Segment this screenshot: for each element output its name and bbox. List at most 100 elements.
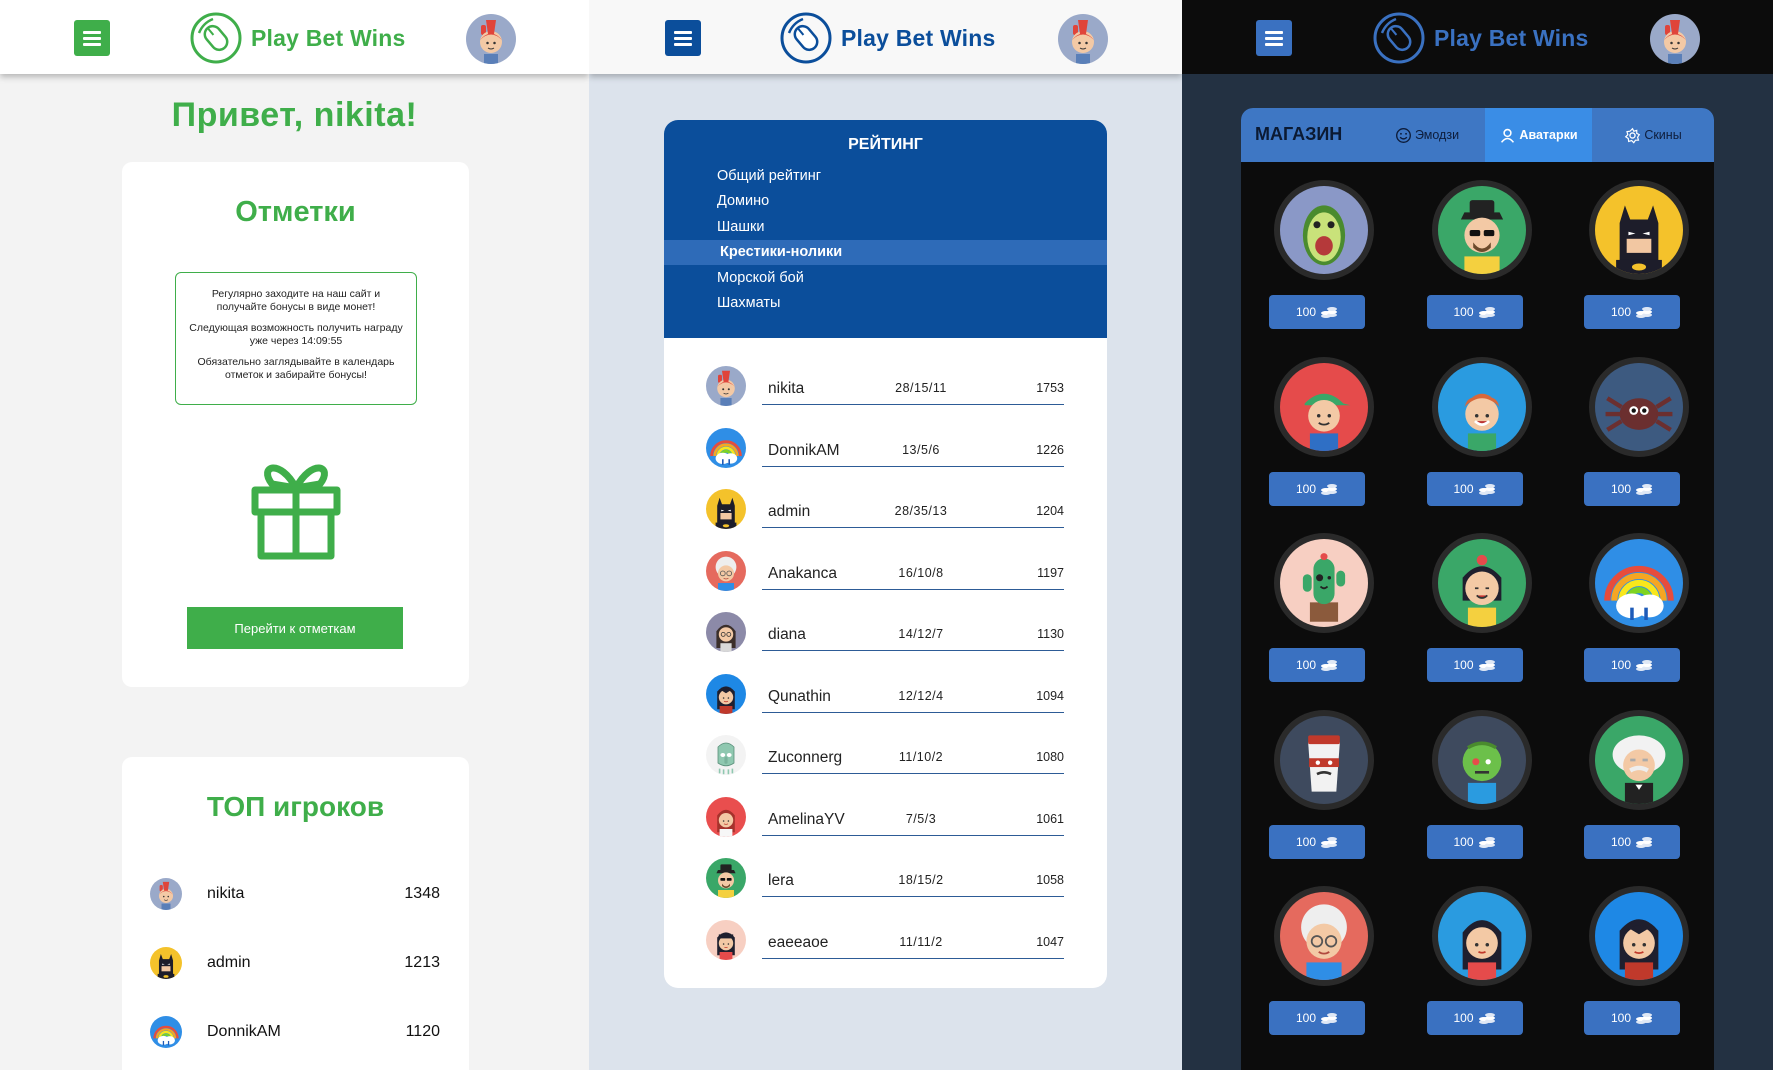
item-avatar-frame[interactable] [1274,533,1374,633]
row-divider [762,711,1064,713]
rating-row[interactable]: Zuconnerg 11/10/2 1080 [706,733,1064,777]
rating-row[interactable]: lera 18/15/2 1058 [706,856,1064,900]
item-avatar-frame[interactable] [1274,356,1374,457]
player-stats: 14/12/7 [898,627,944,641]
menu-button[interactable] [665,20,701,56]
buy-button[interactable]: 100 [1584,648,1680,682]
buy-button[interactable]: 100 [1426,648,1523,682]
item-avatar-frame[interactable] [1431,709,1532,810]
top-player-row[interactable]: DonnikAM 1120 [150,1012,440,1052]
tab-avatars[interactable]: Аватарки [1485,108,1592,162]
buy-button[interactable]: 100 [1426,471,1523,506]
item-avatar-frame[interactable] [1274,709,1374,810]
header: Play Bet Wins [0,0,589,74]
rating-menu-item[interactable]: Морской бой [664,266,1107,291]
go-to-marks-button[interactable]: Перейти к отметкам [187,607,403,649]
player-score: 1120 [405,1023,440,1040]
price: 100 [1295,481,1317,496]
top-player-row[interactable]: nikita 1348 [150,874,440,914]
rating-menu-item[interactable]: Крестики-нолики [664,240,1107,266]
user-avatar[interactable] [1058,14,1108,64]
logo[interactable]: Play Bet Wins [779,11,996,65]
buy-button[interactable]: 100 [1269,824,1365,859]
player-name: admin [207,954,251,971]
item-avatar-frame[interactable] [1589,886,1689,986]
rating-row[interactable]: eaeeaoe 11/11/2 1047 [706,918,1064,962]
item-avatar-frame[interactable] [1274,180,1374,280]
item-avatar-frame[interactable] [1589,533,1689,633]
user-avatar[interactable] [466,14,516,64]
coins-icon [1636,307,1653,318]
player-avatar [150,1016,182,1048]
player-stats: 11/10/2 [898,750,944,764]
price: 100 [1295,834,1317,849]
top-player-row[interactable]: admin 1213 [150,943,440,983]
menu-button[interactable] [1256,20,1292,56]
item-avatar [1280,539,1368,627]
buy-button[interactable]: 100 [1426,824,1523,859]
rating-menu-item[interactable]: Шашки [664,215,1107,240]
buy-button[interactable]: 100 [1269,648,1365,682]
item-avatar-frame[interactable] [1589,709,1689,810]
rating-row[interactable]: Qunathin 12/12/4 1094 [706,672,1064,716]
buy-button[interactable]: 100 [1584,295,1680,329]
brand-name: Play Bet Wins [1434,24,1589,51]
logo[interactable]: Play Bet Wins [1372,11,1589,65]
buy-button[interactable]: 100 [1269,471,1365,506]
rating-row[interactable]: AmelinaYV 7/5/3 1061 [706,795,1064,839]
player-score: 1094 [1036,688,1064,703]
rating-row[interactable]: admin 28/35/13 1204 [706,487,1064,531]
buy-button[interactable]: 100 [1584,1001,1680,1035]
rating-menu-item[interactable]: Общий рейтинг [664,164,1107,189]
rating-menu-item[interactable]: Домино [664,189,1107,214]
shop-title: МАГАЗИН [1255,124,1343,144]
shop-item: 100 [1426,533,1532,689]
buy-button[interactable]: 100 [1584,824,1680,859]
player-avatar [706,919,746,960]
rating-menu-item[interactable]: Шахматы [664,291,1107,316]
buy-button[interactable]: 100 [1426,1001,1523,1035]
item-avatar-frame[interactable] [1589,180,1689,280]
tab-emoji[interactable]: Эмодзи [1365,108,1489,162]
coins-icon [1478,307,1495,318]
buy-button[interactable]: 100 [1269,1001,1365,1035]
item-avatar-frame[interactable] [1431,356,1532,457]
rating-row[interactable]: Anakanca 16/10/8 1197 [706,549,1064,593]
buy-button[interactable]: 100 [1584,471,1680,506]
player-score: 1130 [1037,627,1064,641]
price: 100 [1610,658,1632,672]
notice-text: Обязательно заглядывайте в календарь отм… [197,356,395,381]
item-avatar-frame[interactable] [1431,886,1532,986]
shop-item: 100 [1426,709,1532,866]
player-name: nikita [207,885,245,902]
player-stats: 18/15/2 [898,873,944,887]
user-avatar[interactable] [1650,14,1700,64]
buy-button[interactable]: 100 [1269,295,1365,329]
shop-item: 100 [1269,180,1374,336]
item-avatar-frame[interactable] [1431,533,1532,633]
user-icon [1501,128,1515,143]
shop-item: 100 [1584,709,1689,866]
player-score: 1213 [404,954,440,971]
buy-button[interactable]: 100 [1426,295,1523,329]
rating-panel: Play Bet Wins РЕЙТИНГ Общий рейтинг Домин… [589,0,1182,1070]
price: 100 [1610,305,1632,319]
logo[interactable]: Play Bet Wins [189,11,406,65]
player-score: 1348 [404,885,440,902]
rating-row[interactable]: diana 14/12/7 1130 [706,610,1064,654]
row-divider [762,650,1064,651]
tab-skins[interactable]: Скины [1592,108,1714,162]
rating-row[interactable]: DonnikAM 13/5/6 1226 [706,426,1064,470]
menu-button[interactable] [74,20,110,56]
item-avatar [1595,539,1683,627]
row-divider [762,896,1064,897]
player-stats: 12/12/4 [898,688,944,703]
player-avatar [706,550,746,591]
item-avatar [1280,892,1368,980]
rating-row[interactable]: nikita 28/15/11 1753 [706,364,1064,408]
item-avatar [1280,715,1368,804]
item-avatar-frame[interactable] [1431,180,1532,280]
item-avatar-frame[interactable] [1589,356,1689,457]
item-avatar-frame[interactable] [1274,886,1374,986]
mouse-logo-icon [1373,12,1425,64]
